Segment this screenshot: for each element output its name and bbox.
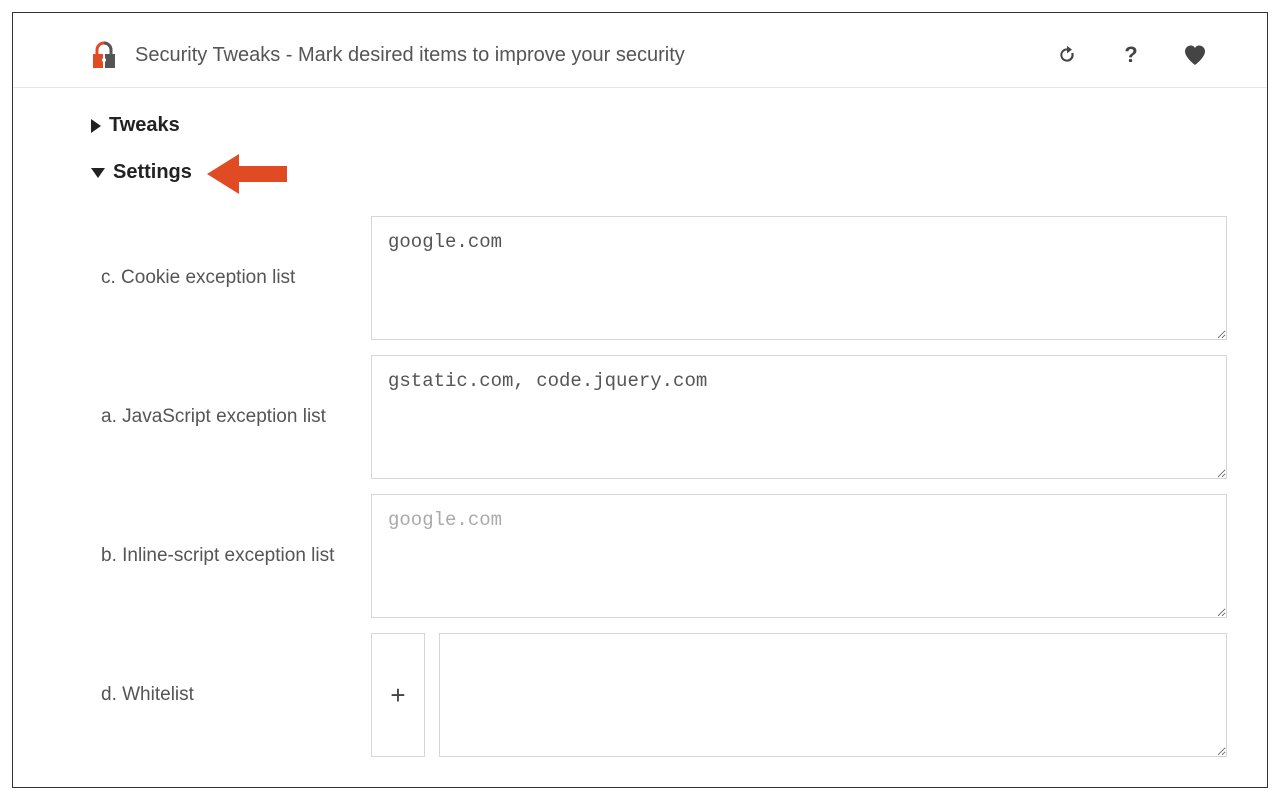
- cookie-exception-input[interactable]: [371, 216, 1227, 340]
- section-toggle-settings[interactable]: Settings: [91, 149, 1227, 196]
- plus-icon: +: [390, 680, 405, 711]
- field-label: c. Cookie exception list: [101, 267, 371, 289]
- panel-header: Security Tweaks - Mark desired items to …: [13, 41, 1267, 88]
- favorite-button[interactable]: [1183, 43, 1207, 67]
- refresh-button[interactable]: [1055, 43, 1079, 67]
- field-cookie-exception: c. Cookie exception list: [101, 216, 1227, 340]
- heart-icon: [1183, 44, 1207, 66]
- page-title: Security Tweaks - Mark desired items to …: [135, 44, 1055, 67]
- field-whitelist: d. Whitelist +: [101, 633, 1227, 757]
- add-whitelist-button[interactable]: +: [371, 633, 425, 757]
- section-label: Settings: [113, 161, 192, 184]
- inline-script-exception-input[interactable]: [371, 494, 1227, 618]
- question-icon: ?: [1124, 42, 1137, 68]
- whitelist-group: +: [371, 633, 1227, 757]
- settings-body: c. Cookie exception list a. JavaScript e…: [101, 216, 1227, 757]
- field-label: b. Inline-script exception list: [101, 545, 371, 567]
- chevron-down-icon: [91, 168, 105, 178]
- help-button[interactable]: ?: [1119, 43, 1143, 67]
- header-actions: ?: [1055, 43, 1207, 67]
- field-label: a. JavaScript exception list: [101, 406, 371, 428]
- section-toggle-tweaks[interactable]: Tweaks: [91, 102, 1227, 149]
- chevron-right-icon: [91, 119, 101, 133]
- field-inline-script-exception: b. Inline-script exception list: [101, 494, 1227, 618]
- settings-panel: Security Tweaks - Mark desired items to …: [12, 12, 1268, 788]
- refresh-icon: [1057, 45, 1077, 65]
- field-javascript-exception: a. JavaScript exception list: [101, 355, 1227, 479]
- section-label: Tweaks: [109, 114, 180, 137]
- javascript-exception-input[interactable]: [371, 355, 1227, 479]
- lock-icon: [91, 41, 117, 69]
- whitelist-input[interactable]: [439, 633, 1227, 757]
- callout-arrow-icon: [205, 152, 287, 202]
- field-label: d. Whitelist: [101, 684, 371, 706]
